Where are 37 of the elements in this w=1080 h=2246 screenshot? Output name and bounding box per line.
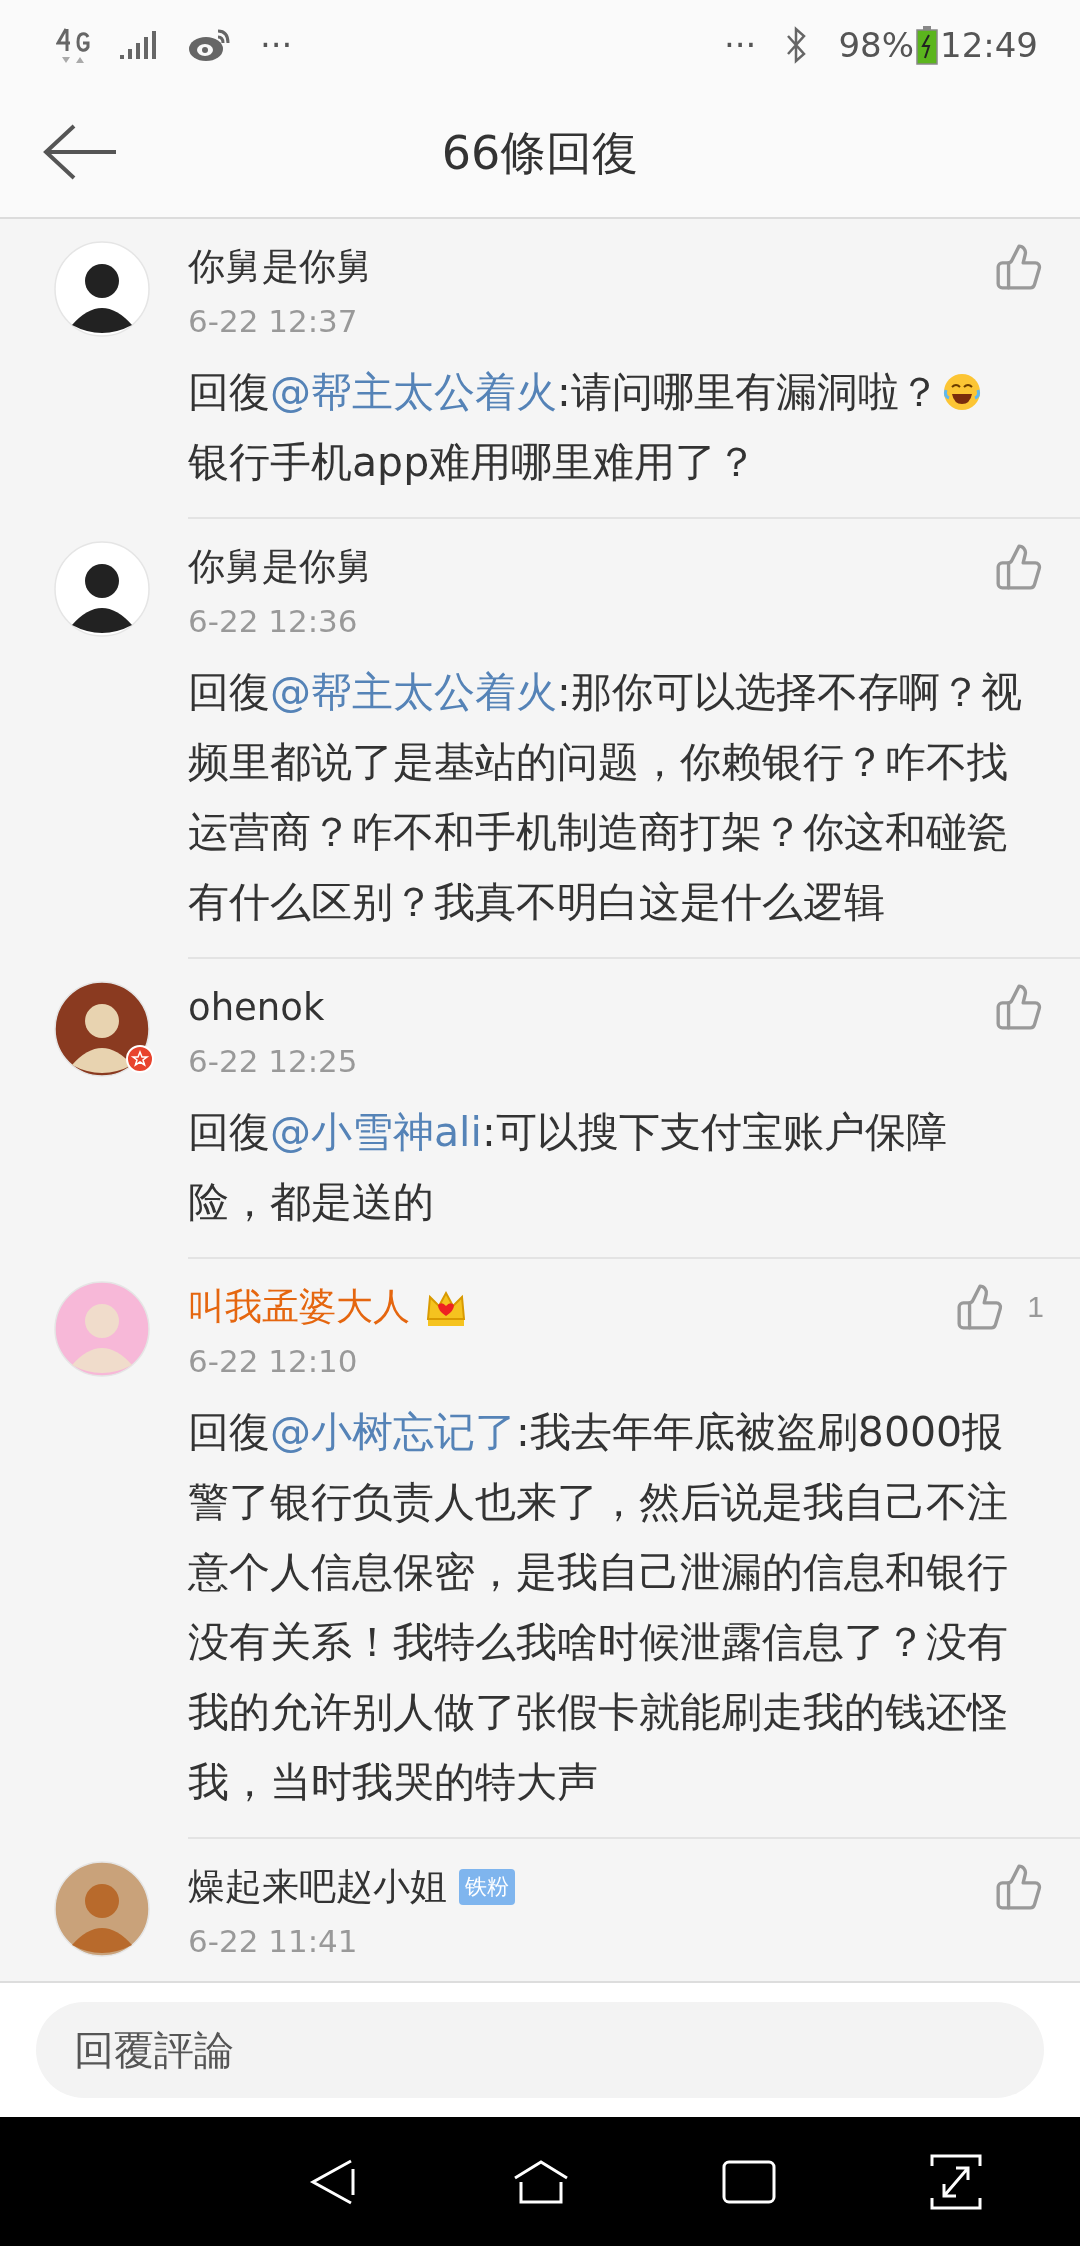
mention-link[interactable]: @帮主太公着火 — [270, 668, 557, 716]
like-button[interactable] — [994, 1862, 1044, 1912]
clock-time: 12:49 — [940, 25, 1038, 65]
comment-text: 回復@小雪神ali:可以搜下支付宝账户保障险，都是送的 — [188, 1107, 948, 1228]
eye-logo-icon — [188, 27, 232, 63]
comment-time: 6-22 12:36 — [188, 602, 359, 641]
like-button[interactable] — [994, 542, 1044, 592]
comment-time: 6-22 12:10 — [188, 1342, 359, 1381]
battery-percent: 98% — [838, 25, 914, 65]
avatar-icon[interactable] — [54, 981, 150, 1077]
like-button[interactable] — [994, 982, 1044, 1032]
user-name[interactable]: 叫我孟婆大人 — [188, 1282, 410, 1332]
laughing-emoji-icon — [941, 372, 982, 412]
comment-text: 回復@帮主太公着火:请问哪里有漏洞啦？ 银行手机app难用哪里难用了？ — [188, 357, 1024, 497]
like-button[interactable]: 1 — [955, 1282, 1044, 1332]
comment-time: 6-22 12:37 — [188, 302, 359, 341]
comment-time: 6-22 12:25 — [188, 1042, 359, 1081]
comment-text: 回復@小树忘记了:我去年年底被盗刷8000报警了银行负责人也来了，然后说是我自己不注意个人信息保密，是我自己泄漏的信息和银行没有关系！我特么我啥时候泄露信息了？没有我的允许别人做了张假卡就能刷走我的钱还怪我，当时我哭的特大声 — [188, 1407, 1009, 1808]
user-name[interactable]: ohenok — [188, 985, 325, 1029]
avatar-icon[interactable] — [54, 241, 150, 337]
mention-link[interactable]: @小树忘记了 — [270, 1408, 516, 1456]
comment-text: 回復@帮主太公着火:那你可以选择不存啊？视频里都说了是基站的问题，你赖银行？咋不找运营商？咋不和手机制造商打架？你这和碰瓷有什么区别？我真不明白这是什么逻辑 — [188, 667, 1023, 928]
verified-badge-icon — [126, 1045, 154, 1073]
mention-link[interactable]: @小雪神ali — [270, 1108, 482, 1156]
fan-badge: 铁粉 — [459, 1869, 515, 1905]
mention-link[interactable]: @帮主太公着火 — [270, 368, 557, 416]
avatar-icon[interactable] — [54, 541, 150, 637]
reply-field[interactable]: 回覆評論 — [36, 2002, 1044, 2098]
more-indicator: ··· — [724, 25, 757, 65]
more-indicator: ··· — [260, 25, 293, 65]
like-button[interactable] — [994, 242, 1044, 292]
battery-charging-icon — [916, 25, 938, 65]
page-title: 66條回復 — [441, 124, 639, 182]
user-name[interactable]: 燥起来吧赵小姐 — [188, 1862, 447, 1912]
user-name[interactable]: 你舅是你舅 — [188, 542, 373, 592]
comment-time: 6-22 11:41 — [188, 1922, 359, 1961]
user-name[interactable]: 你舅是你舅 — [188, 242, 373, 292]
